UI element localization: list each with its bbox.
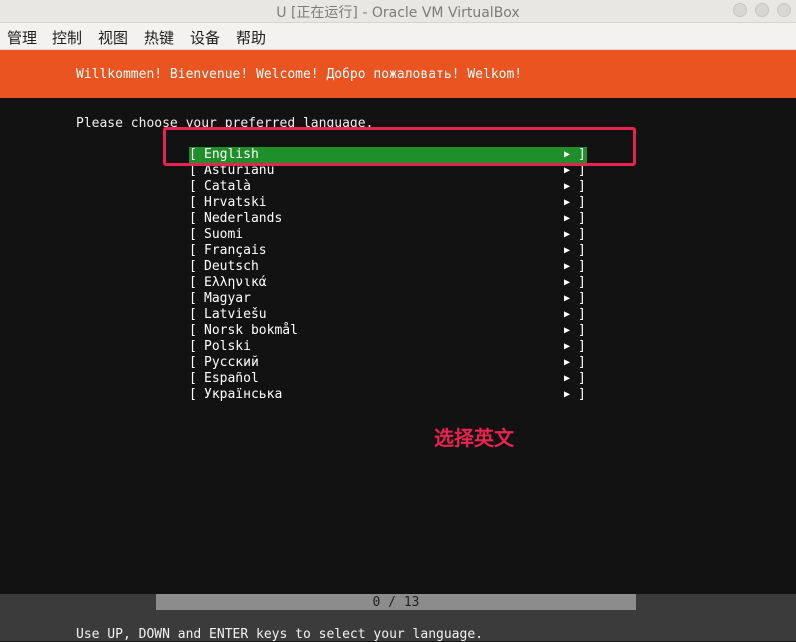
bracket-close: ] (578, 195, 586, 210)
bracket-close: ] (578, 291, 586, 306)
annotation-highlight-box (163, 127, 636, 166)
arrow-right-icon: ▶ (564, 197, 571, 208)
bracket-open: [ (189, 195, 197, 210)
language-option-russian[interactable]: [ Русский ▶ ] (189, 355, 587, 371)
progress-indicator: 0 / 13 (156, 594, 636, 610)
language-label: Deutsch (204, 259, 259, 274)
arrow-right-icon: ▶ (564, 309, 571, 320)
vm-screen[interactable]: Willkommen! Bienvenue! Welcome! Добро по… (0, 50, 796, 642)
bracket-open: [ (189, 179, 197, 194)
bracket-open: [ (189, 259, 197, 274)
arrow-right-icon: ▶ (564, 293, 571, 304)
bracket-open: [ (189, 371, 197, 386)
window-titlebar[interactable]: U [正在运行] - Oracle VM VirtualBox (0, 0, 796, 23)
language-option-espanol[interactable]: [ Español ▶ ] (189, 371, 587, 387)
language-label: Українська (204, 387, 283, 402)
bracket-close: ] (578, 339, 586, 354)
menu-item-help[interactable]: 帮助 (236, 27, 266, 48)
bracket-open: [ (189, 291, 197, 306)
bracket-open: [ (189, 339, 197, 354)
menu-item-manage[interactable]: 管理 (7, 27, 37, 48)
language-option-latviesu[interactable]: [ Latviešu ▶ ] (189, 307, 587, 323)
bracket-open: [ (189, 211, 197, 226)
arrow-right-icon: ▶ (564, 373, 571, 384)
bracket-open: [ (189, 307, 197, 322)
language-option-hrvatski[interactable]: [ Hrvatski ▶ ] (189, 195, 587, 211)
language-label: Norsk bokmål (204, 323, 298, 338)
arrow-right-icon: ▶ (564, 213, 571, 224)
bracket-open: [ (189, 355, 197, 370)
language-label: Magyar (204, 291, 251, 306)
arrow-right-icon: ▶ (564, 277, 571, 288)
bracket-open: [ (189, 227, 197, 242)
installer-footer: 0 / 13 Use UP, DOWN and ENTER keys to se… (0, 594, 796, 642)
minimize-button[interactable] (733, 3, 747, 17)
language-option-catala[interactable]: [ Català ▶ ] (189, 179, 587, 195)
bracket-close: ] (578, 259, 586, 274)
language-label: Español (204, 371, 259, 386)
menu-item-view[interactable]: 视图 (98, 27, 128, 48)
language-option-deutsch[interactable]: [ Deutsch ▶ ] (189, 259, 587, 275)
bracket-close: ] (578, 387, 586, 402)
language-option-francais[interactable]: [ Français ▶ ] (189, 243, 587, 259)
bracket-close: ] (578, 243, 586, 258)
language-option-magyar[interactable]: [ Magyar ▶ ] (189, 291, 587, 307)
menu-item-devices[interactable]: 设备 (190, 27, 220, 48)
bracket-open: [ (189, 243, 197, 258)
bracket-close: ] (578, 323, 586, 338)
bracket-close: ] (578, 227, 586, 242)
window-title: U [正在运行] - Oracle VM VirtualBox (276, 5, 520, 21)
bracket-close: ] (578, 179, 586, 194)
language-label: Latviešu (204, 307, 267, 322)
arrow-right-icon: ▶ (564, 389, 571, 400)
language-label: Polski (204, 339, 251, 354)
language-label: Русский (204, 355, 259, 370)
menu-bar: 管理 控制 视图 热键 设备 帮助 (0, 23, 796, 50)
language-option-norsk-bokmal[interactable]: [ Norsk bokmål ▶ ] (189, 323, 587, 339)
arrow-right-icon: ▶ (564, 261, 571, 272)
bracket-close: ] (578, 275, 586, 290)
language-option-nederlands[interactable]: [ Nederlands ▶ ] (189, 211, 587, 227)
close-button[interactable] (777, 3, 791, 17)
keyboard-hint: Use UP, DOWN and ENTER keys to select yo… (76, 627, 483, 642)
bracket-open: [ (189, 387, 197, 402)
menu-item-hotkeys[interactable]: 热键 (144, 27, 174, 48)
bracket-open: [ (189, 275, 197, 290)
welcome-banner: Willkommen! Bienvenue! Welcome! Добро по… (0, 50, 796, 98)
progress-text: 0 / 13 (372, 595, 420, 610)
language-label: Suomi (204, 227, 244, 242)
bracket-close: ] (578, 371, 586, 386)
language-option-polski[interactable]: [ Polski ▶ ] (189, 339, 587, 355)
bracket-open: [ (189, 323, 197, 338)
language-label: Français (204, 243, 267, 258)
language-label: Català (204, 179, 251, 194)
arrow-right-icon: ▶ (564, 325, 571, 336)
arrow-right-icon: ▶ (564, 229, 571, 240)
annotation-label: 选择英文 (434, 426, 514, 450)
bracket-close: ] (578, 211, 586, 226)
arrow-right-icon: ▶ (564, 341, 571, 352)
language-option-greek[interactable]: [ Ελληνικά ▶ ] (189, 275, 587, 291)
language-label: Ελληνικά (204, 275, 267, 290)
arrow-right-icon: ▶ (564, 181, 571, 192)
language-option-ukrainian[interactable]: [ Українська ▶ ] (189, 387, 587, 403)
language-option-suomi[interactable]: [ Suomi ▶ ] (189, 227, 587, 243)
bracket-close: ] (578, 355, 586, 370)
arrow-right-icon: ▶ (564, 357, 571, 368)
maximize-button[interactable] (755, 3, 769, 17)
welcome-text: Willkommen! Bienvenue! Welcome! Добро по… (76, 67, 523, 82)
arrow-right-icon: ▶ (564, 245, 571, 256)
language-label: Hrvatski (204, 195, 267, 210)
language-label: Nederlands (204, 211, 283, 226)
menu-item-control[interactable]: 控制 (52, 27, 82, 48)
bracket-close: ] (578, 307, 586, 322)
